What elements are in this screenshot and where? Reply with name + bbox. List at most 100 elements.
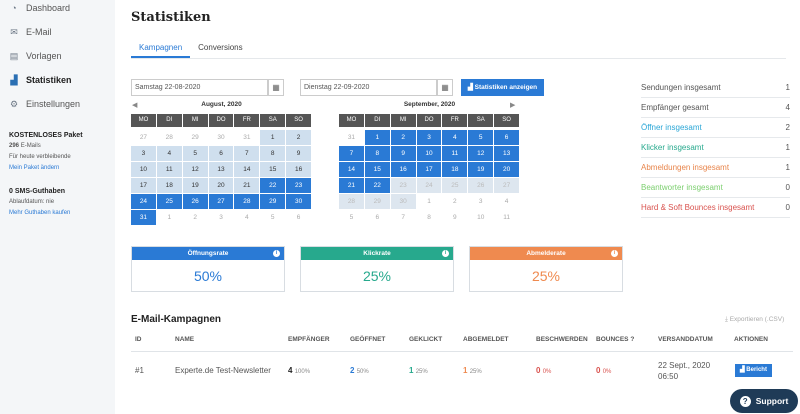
calendar-day[interactable]: 18 <box>442 162 468 177</box>
calendar-day[interactable]: 31 <box>339 130 364 145</box>
calendar-day[interactable]: 6 <box>494 130 520 145</box>
calendar-day[interactable]: 5 <box>182 146 208 161</box>
calendar-day[interactable]: 1 <box>364 130 390 145</box>
calendar-day[interactable]: 11 <box>442 146 468 161</box>
calendar-day[interactable]: 28 <box>157 130 182 145</box>
calendar-day[interactable]: 22 <box>260 178 286 193</box>
calendar-day[interactable]: 27 <box>494 178 520 193</box>
info-icon[interactable]: i <box>273 250 280 257</box>
tab-campaigns[interactable]: Kampagnen <box>131 40 191 58</box>
calendar-day[interactable]: 19 <box>182 178 208 193</box>
calendar-day[interactable]: 7 <box>234 146 260 161</box>
calendar-day[interactable]: 12 <box>468 146 494 161</box>
calendar-day[interactable]: 20 <box>208 178 234 193</box>
calendar-icon[interactable]: ▦ <box>268 79 284 96</box>
calendar-day[interactable]: 24 <box>131 194 156 209</box>
calendar-day[interactable]: 24 <box>416 178 442 193</box>
calendar-day[interactable]: 10 <box>416 146 442 161</box>
start-date-input[interactable]: Samstag 22-08-2020 <box>131 79 268 96</box>
calendar-day[interactable]: 27 <box>208 194 234 209</box>
calendar-day[interactable]: 27 <box>131 130 156 145</box>
export-csv-link[interactable]: ⤓ Exportieren (.CSV) <box>725 316 784 324</box>
sidebar-item-statistics[interactable]: ▟ Statistiken <box>0 68 115 92</box>
calendar-day[interactable]: 26 <box>182 194 208 209</box>
calendar-day[interactable]: 30 <box>390 194 416 209</box>
calendar-day[interactable]: 4 <box>234 210 259 225</box>
campaign-name[interactable]: Experte.de Test-Newsletter <box>175 366 271 375</box>
calendar-day[interactable]: 5 <box>339 210 364 225</box>
calendar-day[interactable]: 23 <box>390 178 416 193</box>
calendar-day[interactable]: 7 <box>339 146 364 161</box>
info-icon[interactable]: i <box>442 250 449 257</box>
calendar-day[interactable]: 1 <box>157 210 182 225</box>
calendar-day[interactable]: 9 <box>442 210 467 225</box>
calendar-day[interactable]: 5 <box>468 130 494 145</box>
calendar-day[interactable]: 31 <box>234 130 259 145</box>
calendar-day[interactable]: 25 <box>156 194 182 209</box>
calendar-day[interactable]: 31 <box>131 210 156 225</box>
calendar-day[interactable]: 29 <box>260 194 286 209</box>
calendar-day[interactable]: 5 <box>260 210 285 225</box>
calendar-day[interactable]: 3 <box>209 210 234 225</box>
calendar-day[interactable]: 29 <box>183 130 208 145</box>
calendar-day[interactable]: 9 <box>286 146 312 161</box>
calendar-day[interactable]: 28 <box>234 194 260 209</box>
calendar-day[interactable]: 21 <box>234 178 260 193</box>
calendar-day[interactable]: 17 <box>416 162 442 177</box>
calendar-day[interactable]: 29 <box>364 194 390 209</box>
calendar-day[interactable]: 14 <box>234 162 260 177</box>
calendar-day[interactable]: 6 <box>365 210 390 225</box>
calendar-day[interactable]: 22 <box>364 178 390 193</box>
calendar-day[interactable]: 1 <box>417 194 442 209</box>
calendar-day[interactable]: 4 <box>442 130 468 145</box>
show-statistics-button[interactable]: ▟ Statistiken anzeigen <box>461 79 544 96</box>
calendar-icon[interactable]: ▦ <box>437 79 453 96</box>
calendar-day[interactable]: 3 <box>131 146 156 161</box>
tab-conversions[interactable]: Conversions <box>190 40 250 58</box>
buy-credit-link[interactable]: Mehr Guthaben kaufen <box>9 208 115 219</box>
calendar-day[interactable]: 2 <box>183 210 208 225</box>
calendar-day[interactable]: 3 <box>416 130 442 145</box>
calendar-day[interactable]: 13 <box>208 162 234 177</box>
calendar-day[interactable]: 6 <box>286 210 311 225</box>
calendar-day[interactable]: 16 <box>286 162 312 177</box>
calendar-day[interactable]: 18 <box>156 178 182 193</box>
calendar-day[interactable]: 8 <box>417 210 442 225</box>
calendar-day[interactable]: 4 <box>494 194 519 209</box>
calendar-day[interactable]: 13 <box>494 146 520 161</box>
change-package-link[interactable]: Mein Paket ändern <box>9 163 115 174</box>
calendar-day[interactable]: 11 <box>156 162 182 177</box>
calendar-day[interactable]: 6 <box>208 146 234 161</box>
calendar-day[interactable]: 15 <box>364 162 390 177</box>
calendar-day[interactable]: 8 <box>364 146 390 161</box>
support-button[interactable]: ? Support <box>730 389 798 413</box>
calendar-day[interactable]: 7 <box>391 210 416 225</box>
calendar-day[interactable]: 3 <box>468 194 493 209</box>
calendar-day[interactable]: 19 <box>468 162 494 177</box>
sidebar-item-settings[interactable]: ⚙ Einstellungen <box>0 92 115 116</box>
calendar-day[interactable]: 21 <box>339 178 364 193</box>
calendar-day[interactable]: 16 <box>390 162 416 177</box>
calendar-day[interactable]: 9 <box>390 146 416 161</box>
help-icon[interactable]: ? <box>630 336 634 343</box>
calendar-day[interactable]: 2 <box>442 194 467 209</box>
calendar-day[interactable]: 4 <box>156 146 182 161</box>
sidebar-item-templates[interactable]: ▤ Vorlagen <box>0 44 115 68</box>
calendar-day[interactable]: 11 <box>494 210 519 225</box>
calendar-day[interactable]: 15 <box>260 162 286 177</box>
calendar-day[interactable]: 2 <box>390 130 416 145</box>
calendar-day[interactable]: 17 <box>131 178 156 193</box>
calendar-day[interactable]: 30 <box>286 194 312 209</box>
info-icon[interactable]: i <box>611 250 618 257</box>
calendar-day[interactable]: 30 <box>209 130 234 145</box>
calendar-day[interactable]: 14 <box>339 162 364 177</box>
calendar-day[interactable]: 23 <box>286 178 312 193</box>
report-button[interactable]: ▟ Bericht <box>735 364 772 377</box>
calendar-day[interactable]: 2 <box>286 130 312 145</box>
calendar-day[interactable]: 8 <box>260 146 286 161</box>
calendar-day[interactable]: 1 <box>260 130 286 145</box>
calendar-day[interactable]: 10 <box>468 210 493 225</box>
calendar-day[interactable]: 20 <box>494 162 520 177</box>
calendar-day[interactable]: 28 <box>339 194 364 209</box>
sidebar-item-email[interactable]: ✉ E-Mail <box>0 20 115 44</box>
